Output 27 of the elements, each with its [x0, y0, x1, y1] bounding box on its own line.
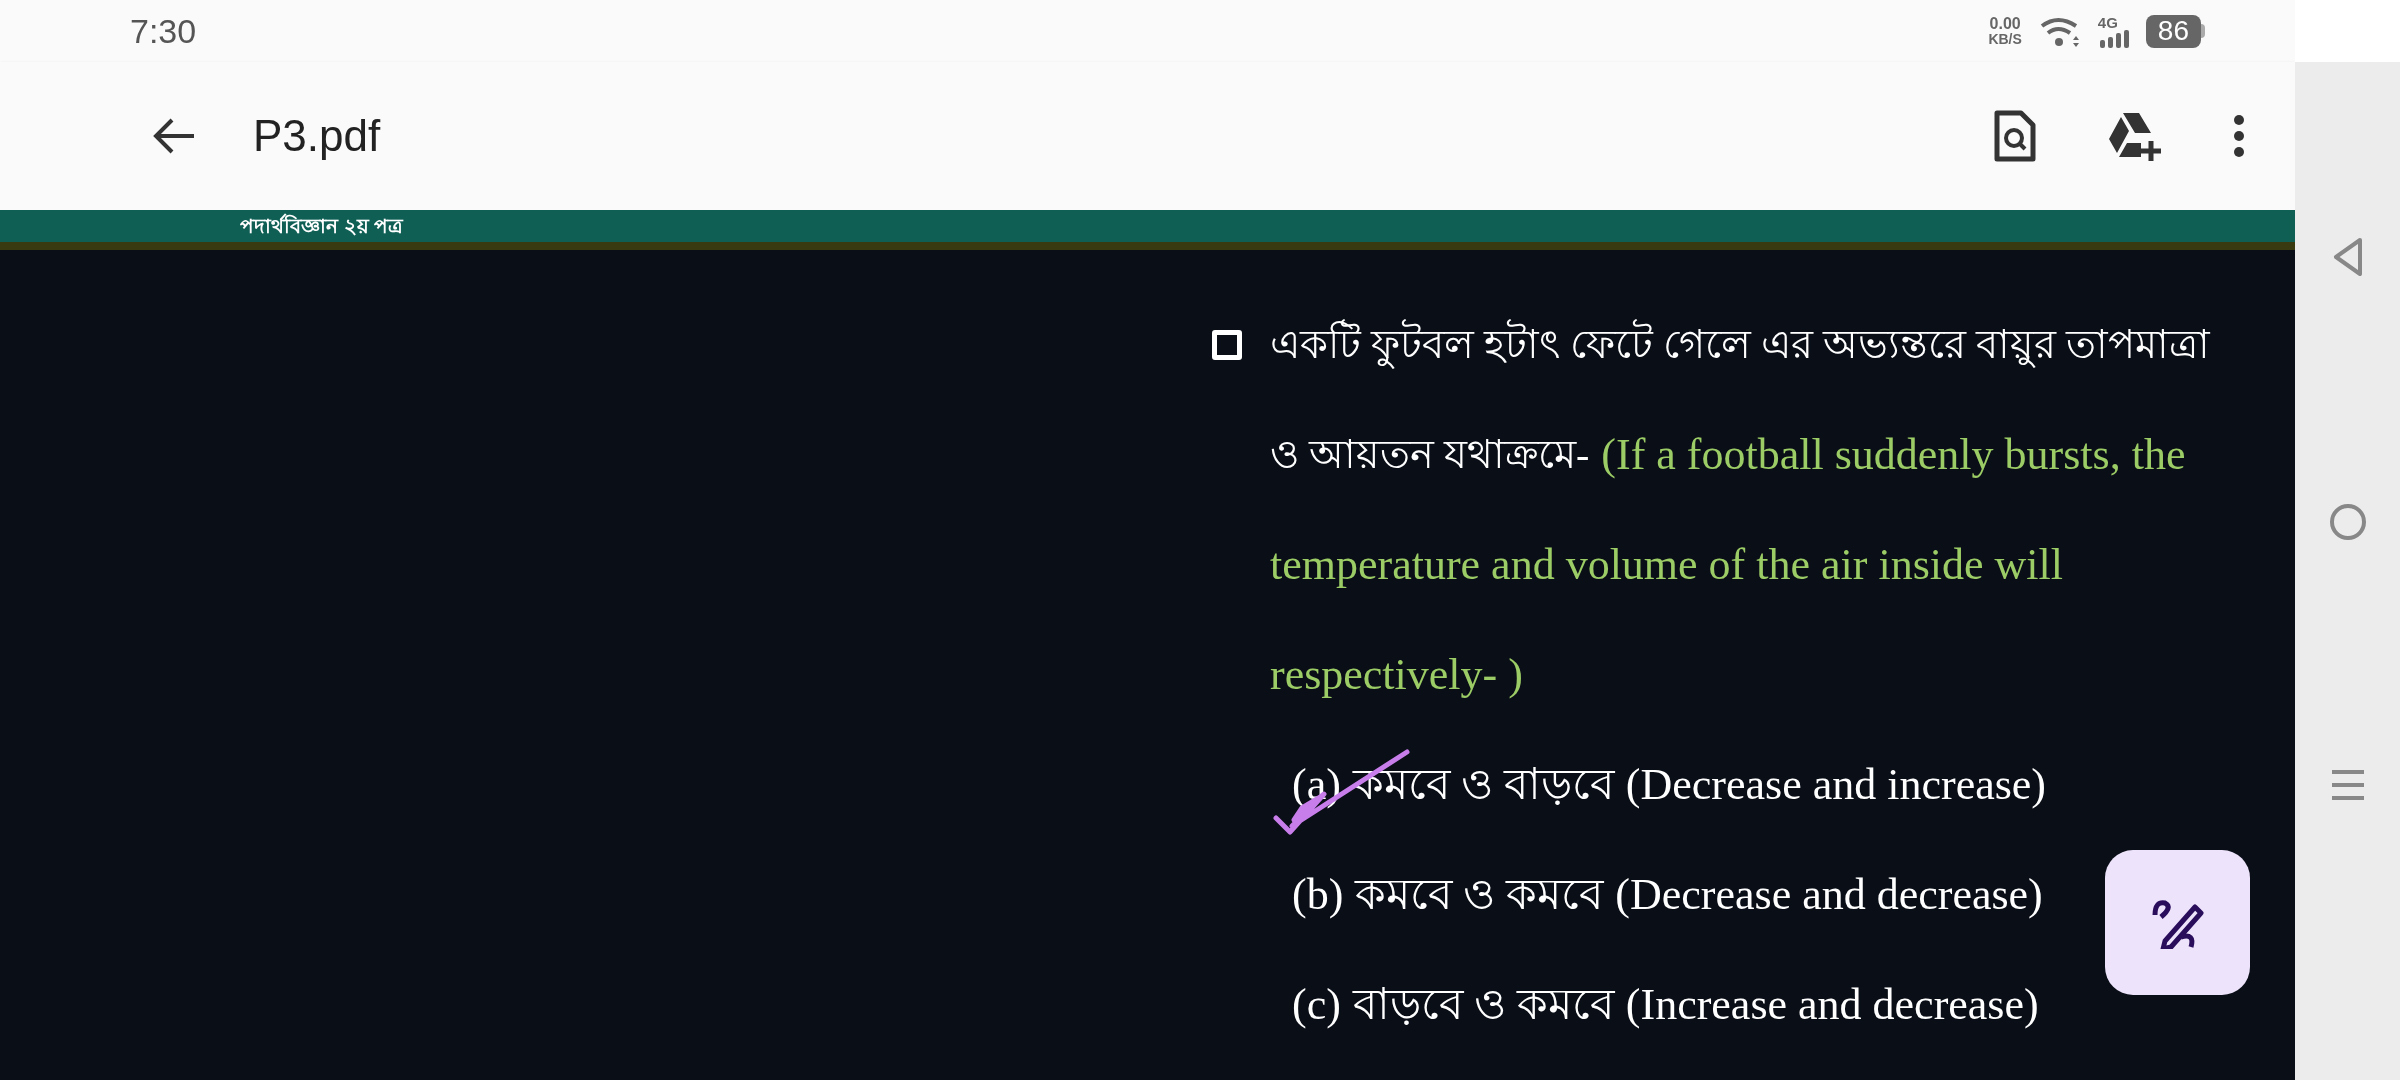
home-circle-icon[interactable]	[2327, 502, 2368, 542]
net-speed-value: 0.00	[1989, 16, 2021, 32]
question-translation: respectively- )	[1270, 649, 1523, 701]
option-bengali: কমবে ও কমবে	[1355, 869, 1604, 921]
menu-icon[interactable]	[2329, 767, 2366, 803]
option-english: (Increase and decrease)	[1625, 979, 2039, 1031]
question-translation: temperature and volume of the air inside will	[1270, 539, 2063, 591]
battery-indicator: 86	[2145, 14, 2205, 48]
option-label: (c)	[1292, 979, 1341, 1031]
option-english: (Decrease and decrease)	[1615, 869, 2043, 921]
drive-add-icon[interactable]	[2107, 111, 2163, 161]
question-text: একটি ফুটবল হটাৎ ফেটে গেলে এর অভ্যন্তরে বায়ুর তাপমাত্রা	[1270, 290, 2210, 400]
signal-icon	[2097, 29, 2130, 48]
option-label: (b)	[1292, 869, 1344, 921]
question-translation: (If a football suddenly bursts, the	[1601, 429, 2186, 481]
back-triangle-icon[interactable]	[2331, 237, 2364, 277]
search-document-icon[interactable]	[1993, 109, 2037, 163]
network-type: 4G	[2097, 14, 2118, 30]
checkbox-icon	[1212, 330, 1242, 360]
option-bengali: বাড়বে ও কমবে	[1352, 979, 1614, 1031]
option-english: (Decrease and increase)	[1625, 759, 2046, 811]
annotate-button[interactable]	[2105, 850, 2250, 995]
status-time: 7:30	[130, 10, 197, 52]
more-options-icon[interactable]	[2233, 114, 2245, 158]
net-speed-unit: KB/S	[1988, 32, 2022, 46]
question-text: ও আয়তন যথাক্রমে-	[1270, 431, 1590, 479]
document-title: P3.pdf	[253, 110, 381, 162]
